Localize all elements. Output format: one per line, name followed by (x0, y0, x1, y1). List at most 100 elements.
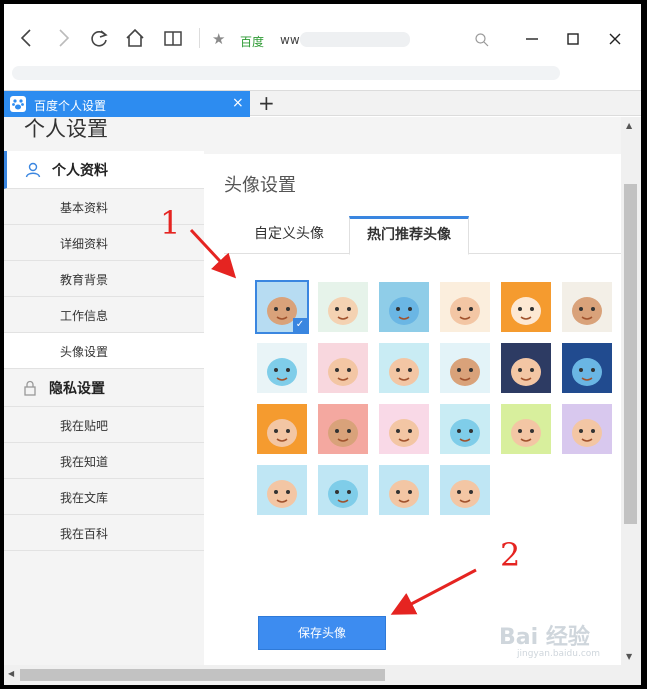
sidebar-item-label: 基本资料 (60, 201, 109, 215)
sidebar-item-label: 教育背景 (60, 273, 109, 287)
horizontal-scroll-thumb[interactable] (20, 669, 385, 681)
cartoon-avatar-image (562, 404, 612, 454)
scroll-up-icon[interactable]: ▲ (626, 121, 632, 130)
avatar-option[interactable] (257, 465, 307, 515)
watermark-sub: jingyan.baidu.com (517, 649, 601, 659)
cartoon-avatar-image (440, 465, 490, 515)
url-text[interactable]: ww (280, 33, 300, 47)
cartoon-avatar-image (318, 343, 368, 393)
cartoon-avatar-image (318, 282, 368, 332)
refresh-icon[interactable] (88, 27, 110, 49)
avatar-option[interactable] (562, 343, 612, 393)
avatar-option[interactable] (318, 404, 368, 454)
toolbar-divider (199, 28, 200, 48)
back-icon[interactable] (16, 27, 38, 49)
site-label: 百度 (240, 35, 265, 49)
sidebar-item-education[interactable]: 教育背景 (4, 261, 204, 297)
cartoon-avatar-image (501, 404, 551, 454)
scroll-left-icon[interactable]: ◀ (8, 669, 14, 678)
sidebar-item-baike[interactable]: 我在百科 (4, 515, 204, 551)
avatar-option[interactable]: ✓ (255, 280, 309, 334)
new-tab-button[interactable]: + (258, 92, 275, 114)
sidebar-group-label: 个人资料 (52, 163, 108, 179)
avatar-option[interactable] (318, 343, 368, 393)
maximize-icon[interactable] (562, 28, 584, 50)
reading-mode-icon[interactable] (162, 27, 184, 49)
avatar-option[interactable] (318, 282, 368, 332)
sidebar-item-label: 工作信息 (60, 309, 109, 323)
tab-close-icon[interactable]: × (232, 95, 244, 111)
lock-icon (21, 379, 39, 397)
cartoon-avatar-image (257, 343, 307, 393)
browser-tab[interactable]: 百度个人设置 × (4, 91, 250, 117)
horizontal-scrollbar[interactable]: ◀ (4, 665, 641, 685)
sidebar-item-label: 我在百科 (60, 527, 109, 541)
browser-toolbar: ★ 百度 ww (4, 4, 641, 60)
avatar-option[interactable] (440, 465, 490, 515)
cartoon-avatar-image (318, 404, 368, 454)
bookmarks-bar (4, 60, 641, 90)
avatar-tabs: 自定义头像 热门推荐头像 (224, 216, 621, 255)
url-redacted (300, 32, 410, 47)
vertical-scrollbar[interactable]: ▲ ▼ (621, 117, 641, 665)
cartoon-avatar-image (379, 465, 429, 515)
avatar-option[interactable] (501, 282, 551, 332)
sidebar-item-label: 头像设置 (60, 345, 109, 359)
browser-window: ★ 百度 ww 百度个人设置 × + 个人设置 个人资料 基本资料 详细资料 教… (4, 4, 641, 685)
watermark-main: Bai 经验 (499, 625, 590, 650)
baidu-jingyan-watermark: Bai 经验 jingyan.baidu.com (499, 619, 600, 659)
sidebar-item-tieba[interactable]: 我在贴吧 (4, 407, 204, 443)
avatar-option[interactable] (379, 282, 429, 332)
sidebar-item-work[interactable]: 工作信息 (4, 297, 204, 333)
bookmarks-redacted (12, 66, 560, 80)
bookmark-star-icon[interactable]: ★ (212, 30, 225, 48)
search-icon[interactable] (474, 32, 490, 48)
tab-title: 百度个人设置 (34, 99, 107, 113)
annotation-step-1: 1 (160, 204, 181, 242)
avatar-option[interactable] (379, 465, 429, 515)
cartoon-avatar-image (501, 282, 551, 332)
avatar-option[interactable] (501, 343, 551, 393)
forward-icon[interactable] (52, 27, 74, 49)
avatar-option[interactable] (562, 282, 612, 332)
avatar-option[interactable] (318, 465, 368, 515)
sidebar-item-label: 详细资料 (60, 237, 109, 251)
avatar-option[interactable] (379, 343, 429, 393)
page-title: 个人设置 (24, 117, 108, 141)
scroll-down-icon[interactable]: ▼ (626, 652, 632, 661)
sidebar-item-wenku[interactable]: 我在文库 (4, 479, 204, 515)
sidebar-item-zhidao[interactable]: 我在知道 (4, 443, 204, 479)
close-window-icon[interactable] (604, 28, 626, 50)
sidebar-group-label: 隐私设置 (49, 381, 105, 397)
cartoon-avatar-image (257, 404, 307, 454)
avatar-settings-panel: 头像设置 自定义头像 热门推荐头像 ✓ 保存头像 (204, 154, 621, 665)
minimize-icon[interactable] (521, 28, 543, 50)
tab-hot-avatar[interactable]: 热门推荐头像 (349, 216, 469, 255)
cartoon-avatar-image (501, 343, 551, 393)
tab-custom-avatar[interactable]: 自定义头像 (234, 216, 344, 254)
cartoon-avatar-image (379, 282, 429, 332)
avatar-option[interactable] (501, 404, 551, 454)
sidebar-group-privacy[interactable]: 隐私设置 (4, 369, 204, 407)
cartoon-avatar-image (440, 282, 490, 332)
annotation-step-2: 2 (500, 536, 521, 574)
sidebar-item-avatar[interactable]: 头像设置 (4, 333, 204, 369)
sidebar-item-label: 我在贴吧 (60, 419, 109, 433)
user-icon (24, 161, 42, 179)
avatar-option[interactable] (440, 404, 490, 454)
sidebar-group-profile[interactable]: 个人资料 (4, 151, 204, 189)
cartoon-avatar-image (379, 404, 429, 454)
home-icon[interactable] (124, 27, 146, 49)
save-avatar-button[interactable]: 保存头像 (258, 616, 386, 650)
cartoon-avatar-image (440, 343, 490, 393)
cartoon-avatar-image (257, 465, 307, 515)
avatar-option[interactable] (379, 404, 429, 454)
vertical-scroll-thumb[interactable] (624, 184, 637, 524)
avatar-option[interactable] (257, 404, 307, 454)
avatar-option[interactable] (440, 343, 490, 393)
avatar-option[interactable] (440, 282, 490, 332)
avatar-option[interactable] (257, 343, 307, 393)
page-content: 个人设置 个人资料 基本资料 详细资料 教育背景 工作信息 头像设置 隐私设置 … (4, 117, 621, 665)
address-bar[interactable]: ★ 百度 ww (212, 30, 497, 52)
avatar-option[interactable] (562, 404, 612, 454)
